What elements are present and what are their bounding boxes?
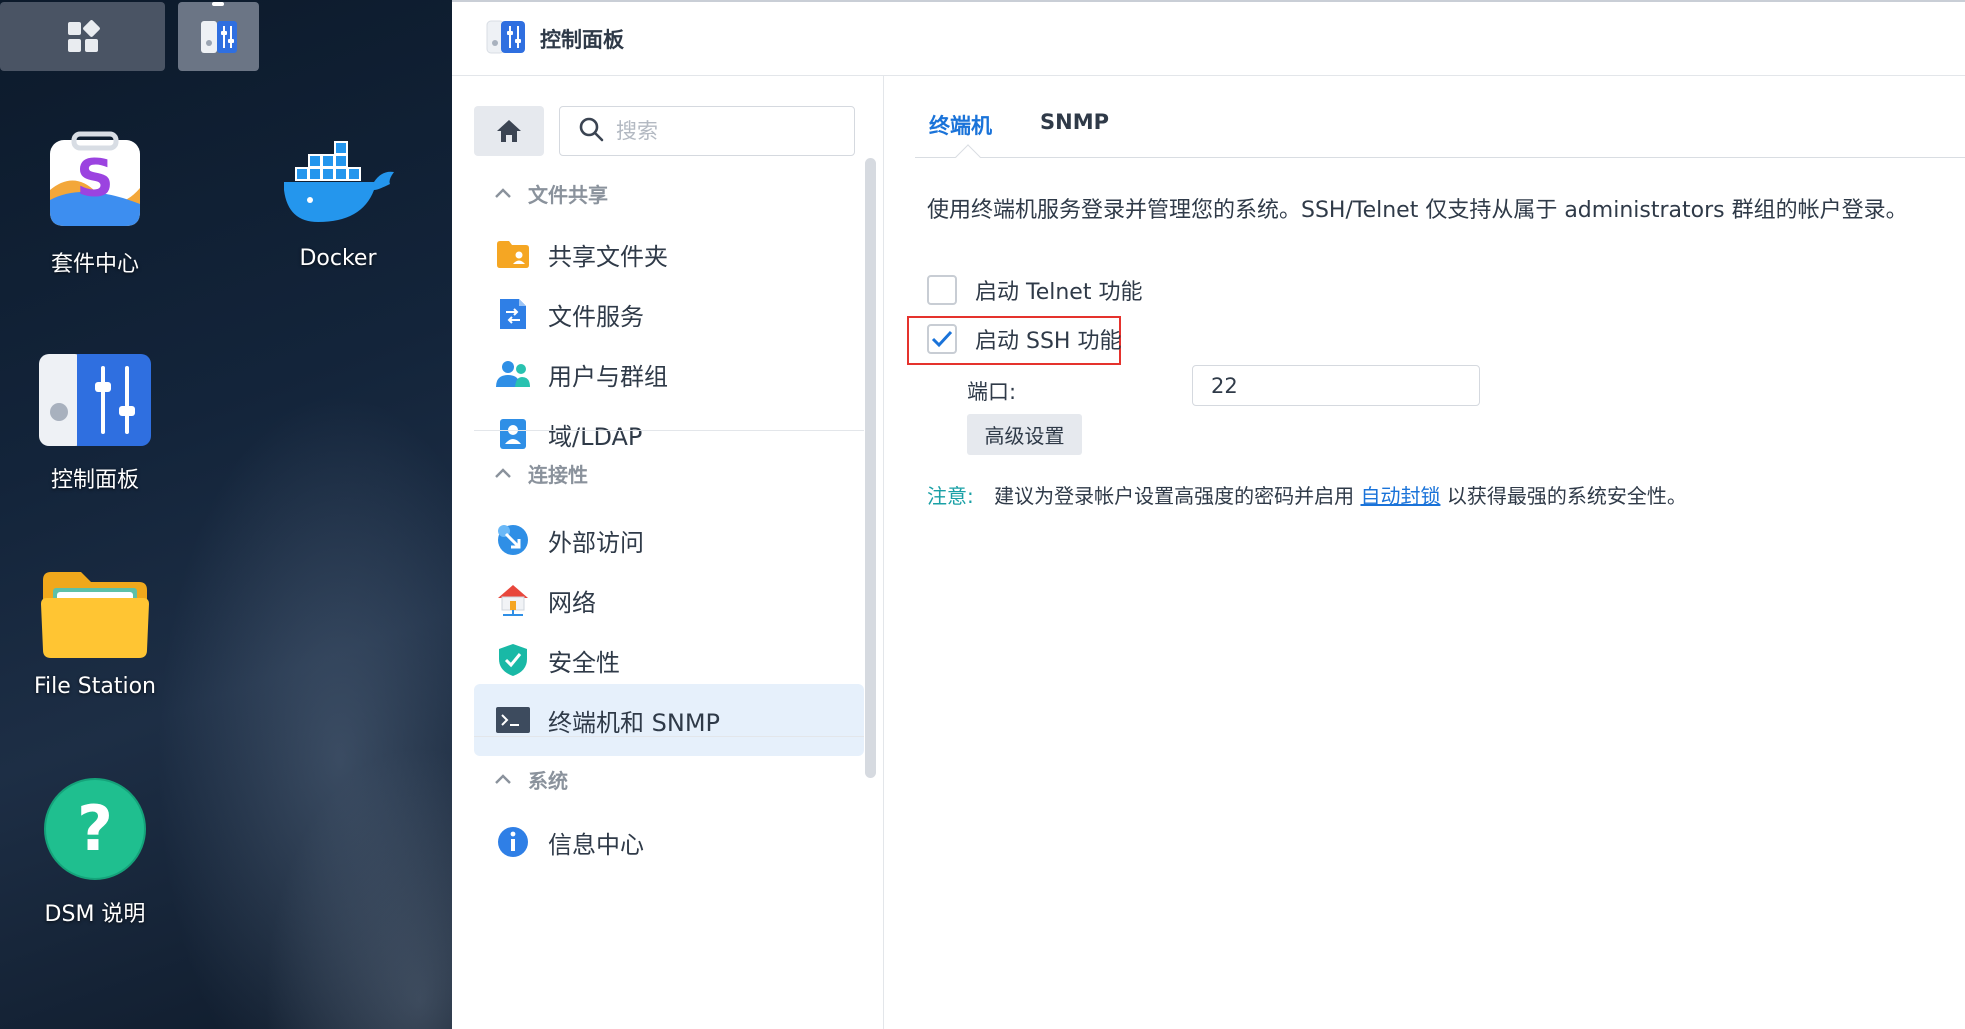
sidebar-item-label: 网络 bbox=[548, 588, 596, 617]
chevron-up-icon bbox=[495, 468, 511, 478]
desktop-icon-label: 控制面板 bbox=[50, 468, 139, 493]
section-header-system[interactable]: 系统 bbox=[474, 754, 864, 804]
ssh-label: 启动 SSH 功能 bbox=[975, 329, 1122, 354]
telnet-checkbox[interactable] bbox=[927, 275, 957, 305]
chevron-up-icon bbox=[495, 188, 511, 198]
network-house-icon bbox=[494, 581, 532, 619]
desktop-icon-control-panel[interactable]: 控制面板 bbox=[0, 352, 190, 494]
main-content: 终端机 SNMP 使用终端机服务登录并管理您的系统。SSH/Telnet 仅支持… bbox=[885, 76, 1965, 1029]
desktop-icon-dsm-help[interactable]: ? DSM 说明 bbox=[0, 776, 190, 928]
sidebar: 文件共享 共享文件夹 文件服务 用户与群组 域/LDAP bbox=[452, 76, 884, 1029]
taskbar bbox=[0, 0, 452, 72]
sidebar-item-label: 文件服务 bbox=[548, 302, 644, 331]
folder-icon bbox=[39, 566, 151, 660]
desktop-icon-file-station[interactable]: File Station bbox=[0, 566, 190, 699]
section-title: 连接性 bbox=[528, 462, 588, 487]
desktop-icon-package-center[interactable]: S 套件中心 bbox=[0, 130, 190, 278]
note-label: 注意: bbox=[927, 484, 974, 508]
desktop-icon-label: DSM 说明 bbox=[44, 902, 146, 927]
port-label: 端口: bbox=[967, 380, 1017, 404]
sidebar-scrollbar[interactable] bbox=[865, 158, 876, 778]
auto-block-link[interactable]: 自动封锁 bbox=[1360, 484, 1440, 508]
users-groups-icon bbox=[494, 355, 532, 393]
active-tab-indicator bbox=[955, 144, 981, 170]
sidebar-item-label: 共享文件夹 bbox=[548, 242, 668, 271]
sidebar-item-label: 终端机和 SNMP bbox=[548, 708, 720, 737]
home-button[interactable] bbox=[474, 106, 544, 156]
tab-bar: 终端机 SNMP bbox=[915, 76, 1965, 170]
ssh-option[interactable]: 启动 SSH 功能 bbox=[927, 323, 1121, 355]
control-panel-icon bbox=[37, 352, 153, 448]
search-box[interactable] bbox=[559, 106, 855, 156]
search-input[interactable] bbox=[616, 119, 836, 143]
telnet-label: 启动 Telnet 功能 bbox=[975, 280, 1143, 305]
info-center-icon bbox=[494, 823, 532, 861]
shared-folder-icon bbox=[494, 235, 532, 273]
note-text-after: 以获得最强的系统安全性。 bbox=[1446, 484, 1687, 508]
desktop: S 套件中心 Docker 控制面板 File Station ? DSM 说明 bbox=[0, 0, 452, 1029]
desktop-icon-docker[interactable]: Docker bbox=[243, 130, 433, 271]
file-services-icon bbox=[494, 295, 532, 333]
taskbar-control-panel-button[interactable] bbox=[178, 2, 259, 71]
sidebar-item-label: 安全性 bbox=[548, 648, 620, 677]
active-indicator bbox=[212, 2, 224, 6]
sidebar-item-label: 用户与群组 bbox=[548, 362, 668, 391]
description-text: 使用终端机服务登录并管理您的系统。SSH/Telnet 仅支持从属于 admin… bbox=[927, 198, 1908, 223]
port-input[interactable] bbox=[1192, 365, 1480, 406]
desktop-icon-label: Docker bbox=[299, 246, 377, 271]
chevron-up-icon bbox=[495, 774, 511, 784]
control-panel-window: 控制面板 文件共享 共享文件夹 bbox=[452, 0, 1965, 1029]
window-titlebar[interactable]: 控制面板 bbox=[452, 2, 1965, 76]
tab-terminal[interactable]: 终端机 bbox=[929, 110, 992, 140]
divider bbox=[474, 736, 864, 737]
ssh-checkbox[interactable] bbox=[927, 324, 957, 354]
control-panel-icon bbox=[200, 20, 237, 53]
external-access-icon bbox=[494, 521, 532, 559]
window-title: 控制面板 bbox=[540, 27, 624, 52]
note-text: 注意: 建议为登录帐户设置高强度的密码并启用 自动封锁 以获得最强的系统安全性。 bbox=[927, 480, 1687, 509]
main-menu-button[interactable] bbox=[0, 2, 165, 71]
section-title: 系统 bbox=[528, 768, 568, 793]
svg-text:S: S bbox=[76, 149, 113, 209]
terminal-icon bbox=[494, 701, 532, 739]
section-header-connectivity[interactable]: 连接性 bbox=[474, 448, 864, 498]
home-icon bbox=[497, 120, 521, 142]
note-text-before: 建议为登录帐户设置高强度的密码并启用 bbox=[994, 484, 1355, 508]
desktop-icon-label: 套件中心 bbox=[50, 252, 139, 277]
sidebar-item-label: 信息中心 bbox=[548, 830, 644, 859]
control-panel-icon bbox=[486, 17, 526, 61]
checkmark-icon bbox=[931, 330, 953, 348]
sidebar-item-label: 域/LDAP bbox=[548, 422, 643, 451]
package-center-icon: S bbox=[44, 130, 146, 232]
advanced-settings-button[interactable]: 高级设置 bbox=[967, 414, 1082, 455]
search-icon bbox=[578, 116, 604, 146]
svg-text:?: ? bbox=[77, 792, 113, 865]
sidebar-item-info-center[interactable]: 信息中心 bbox=[474, 806, 864, 878]
help-question-icon: ? bbox=[42, 776, 148, 882]
security-shield-icon bbox=[494, 641, 532, 679]
section-header-file-sharing[interactable]: 文件共享 bbox=[474, 168, 864, 218]
section-title: 文件共享 bbox=[528, 182, 608, 207]
sidebar-item-label: 外部访问 bbox=[548, 528, 644, 557]
telnet-option[interactable]: 启动 Telnet 功能 bbox=[927, 274, 1142, 306]
grid-menu-icon bbox=[67, 19, 100, 52]
sidebar-item-terminal-snmp[interactable]: 终端机和 SNMP bbox=[474, 684, 864, 756]
divider bbox=[474, 430, 864, 431]
tab-snmp[interactable]: SNMP bbox=[1040, 110, 1109, 134]
docker-whale-icon bbox=[278, 130, 398, 232]
desktop-icon-label: File Station bbox=[33, 674, 157, 699]
